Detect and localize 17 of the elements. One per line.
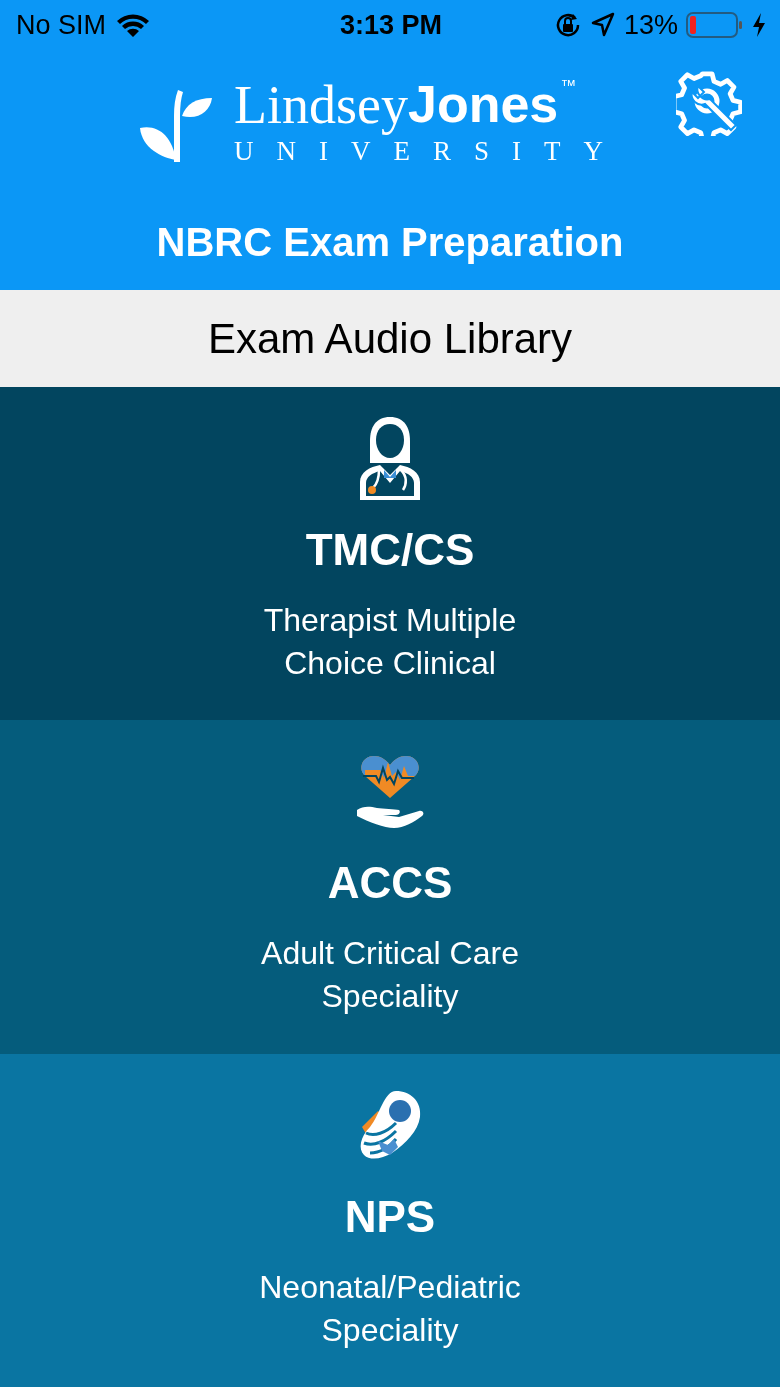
trademark-mark: ™ bbox=[560, 78, 577, 94]
battery-icon bbox=[686, 11, 744, 39]
wifi-icon bbox=[116, 12, 151, 38]
app-title: NBRC Exam Preparation bbox=[155, 219, 625, 266]
exam-card[interactable]: NPS Neonatal/Pediatric Speciality bbox=[0, 1053, 780, 1387]
settings-button[interactable] bbox=[676, 70, 742, 139]
exam-card[interactable]: TMC/CS Therapist Multiple Choice Clinical bbox=[0, 387, 780, 721]
battery-percent: 13% bbox=[623, 9, 678, 41]
heart-hand-icon bbox=[355, 754, 425, 831]
clock-time: 3:13 PM bbox=[340, 9, 443, 41]
location-arrow-icon bbox=[589, 12, 616, 38]
carrier-name: No SIM bbox=[16, 9, 107, 41]
logo-subtitle: UNIVERSITY bbox=[234, 136, 626, 167]
section-title: Exam Audio Library bbox=[207, 314, 573, 363]
charging-bolt-icon bbox=[752, 12, 766, 38]
exam-card[interactable]: ACCS Adult Critical Care Speciality bbox=[0, 720, 780, 1054]
logo-text: Jones bbox=[408, 78, 559, 130]
